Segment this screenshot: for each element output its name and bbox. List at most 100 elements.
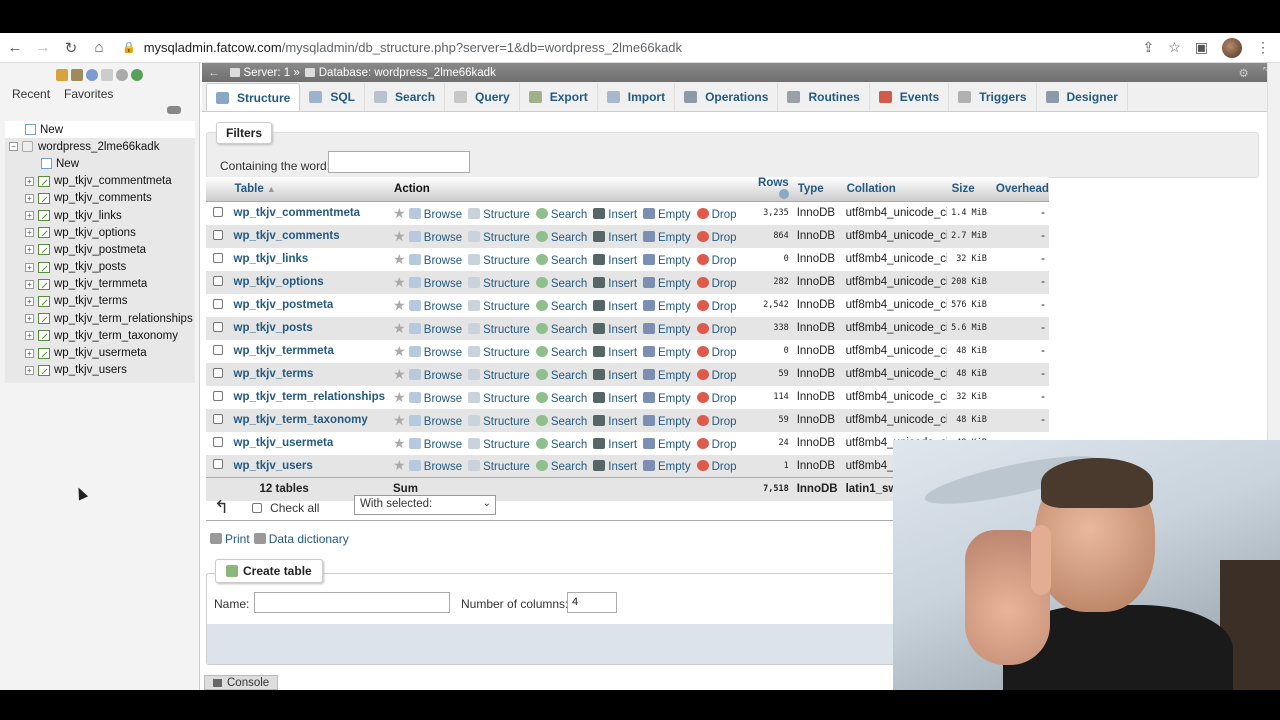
insert-action[interactable]: Insert [593, 345, 637, 359]
table-name-link[interactable]: wp_tkjv_options [229, 270, 390, 294]
data-dictionary-link[interactable]: Data dictionary [253, 532, 349, 546]
filter-input[interactable] [328, 151, 470, 173]
tree-table-wp_tkjv_term_relationships[interactable]: + wp_tkjv_term_relationships [5, 310, 195, 327]
drop-action[interactable]: Drop [696, 253, 737, 267]
favorite-star-icon[interactable]: ★ [393, 366, 406, 382]
tab-structure[interactable]: Structure [206, 83, 301, 111]
empty-action[interactable]: Empty [643, 368, 691, 382]
expand-icon[interactable]: + [25, 193, 34, 203]
drop-action[interactable]: Drop [696, 276, 737, 290]
browse-action[interactable]: Browse [408, 345, 462, 359]
share-icon[interactable]: ⇪ [1142, 39, 1154, 56]
favorite-star-icon[interactable]: ★ [393, 435, 406, 451]
empty-action[interactable]: Empty [643, 460, 691, 473]
empty-action[interactable]: Empty [643, 322, 691, 336]
row-size[interactable]: 208 KiB [946, 270, 991, 294]
search-action[interactable]: Search [535, 207, 587, 221]
tab-events[interactable]: Events [870, 83, 950, 111]
favorite-star-icon[interactable]: ★ [393, 457, 406, 473]
table-col-header[interactable]: Table ▲ [229, 177, 390, 202]
drop-action[interactable]: Drop [696, 207, 737, 221]
empty-action[interactable]: Empty [643, 276, 691, 290]
structure-action[interactable]: Structure [468, 368, 530, 382]
settings-gear-icon[interactable]: ⚙ [1238, 66, 1248, 80]
drop-action[interactable]: Drop [696, 345, 737, 359]
drop-action[interactable]: Drop [696, 230, 737, 244]
reload-nav-icon[interactable] [131, 69, 143, 81]
empty-action[interactable]: Empty [643, 207, 691, 221]
row-checkbox[interactable] [213, 436, 223, 447]
expand-icon[interactable]: + [25, 279, 34, 289]
recent-tab[interactable]: Recent [12, 87, 50, 101]
insert-action[interactable]: Insert [593, 437, 637, 451]
tab-designer[interactable]: Designer [1037, 83, 1128, 111]
logout-icon[interactable] [71, 69, 83, 81]
size-col-header[interactable]: Size [946, 177, 991, 202]
search-action[interactable]: Search [535, 345, 587, 359]
search-action[interactable]: Search [535, 230, 587, 244]
favorite-star-icon[interactable]: ★ [393, 251, 406, 267]
expand-icon[interactable]: + [25, 314, 34, 324]
insert-action[interactable]: Insert [593, 207, 637, 221]
insert-action[interactable]: Insert [593, 322, 637, 336]
expand-icon[interactable]: + [25, 211, 34, 221]
home-icon[interactable]: ⌂ [86, 35, 112, 61]
docs-icon[interactable] [101, 69, 113, 81]
table-name-link[interactable]: wp_tkjv_posts [229, 316, 390, 340]
insert-action[interactable]: Insert [593, 460, 637, 473]
search-action[interactable]: Search [535, 322, 587, 336]
row-checkbox[interactable] [213, 229, 223, 240]
structure-action[interactable]: Structure [468, 345, 530, 359]
structure-action[interactable]: Structure [468, 276, 530, 290]
home-icon[interactable] [56, 69, 68, 81]
expand-icon[interactable]: + [25, 296, 34, 306]
row-checkbox[interactable] [213, 252, 223, 263]
tree-db-new[interactable]: New [5, 155, 195, 172]
browse-action[interactable]: Browse [408, 230, 462, 244]
bookmark-star-icon[interactable]: ☆ [1168, 39, 1181, 56]
table-name-link[interactable]: wp_tkjv_postmeta [229, 293, 390, 317]
tab-sql[interactable]: SQL [300, 83, 366, 111]
row-size[interactable]: 48 KiB [946, 362, 991, 386]
table-name-link[interactable]: wp_tkjv_term_taxonomy [229, 408, 390, 432]
expand-icon[interactable]: + [25, 365, 34, 375]
favorite-star-icon[interactable]: ★ [393, 412, 406, 428]
expand-icon[interactable]: + [25, 348, 34, 358]
row-checkbox[interactable] [213, 367, 223, 378]
row-size[interactable]: 5.6 MiB [946, 316, 991, 340]
address-bar[interactable]: 🔒 mysqladmin.fatcow.com/mysqladmin/db_st… [122, 40, 1142, 55]
type-col-header[interactable]: Type [792, 177, 842, 202]
columns-input[interactable]: 4 [567, 592, 617, 613]
insert-action[interactable]: Insert [593, 391, 637, 405]
insert-action[interactable]: Insert [593, 299, 637, 313]
help-icon[interactable] [86, 69, 98, 81]
row-checkbox[interactable] [213, 459, 223, 470]
structure-action[interactable]: Structure [468, 230, 530, 244]
row-size[interactable]: 32 KiB [946, 385, 991, 409]
structure-action[interactable]: Structure [468, 414, 530, 428]
table-name-link[interactable]: wp_tkjv_users [229, 454, 390, 478]
favorite-star-icon[interactable]: ★ [393, 205, 406, 221]
search-action[interactable]: Search [535, 437, 587, 451]
tree-database[interactable]: − wordpress_2lme66kadk [5, 138, 195, 155]
favorite-star-icon[interactable]: ★ [393, 389, 406, 405]
tab-triggers[interactable]: Triggers [949, 83, 1037, 111]
breadcrumb-server[interactable]: Server: 1 » [244, 67, 300, 79]
search-action[interactable]: Search [535, 391, 587, 405]
row-checkbox[interactable] [213, 298, 223, 309]
structure-action[interactable]: Structure [468, 460, 530, 473]
table-name-link[interactable]: wp_tkjv_term_relationships [229, 385, 390, 409]
collapse-icon[interactable]: − [9, 142, 18, 152]
search-action[interactable]: Search [535, 276, 587, 290]
insert-action[interactable]: Insert [593, 230, 637, 244]
insert-action[interactable]: Insert [593, 276, 637, 290]
browse-action[interactable]: Browse [408, 276, 462, 290]
row-checkbox[interactable] [213, 344, 223, 355]
drop-action[interactable]: Drop [696, 460, 737, 473]
reload-icon[interactable]: ↻ [58, 35, 84, 61]
favorite-star-icon[interactable]: ★ [393, 297, 406, 313]
insert-action[interactable]: Insert [593, 253, 637, 267]
table-name-input[interactable] [254, 592, 450, 613]
drop-action[interactable]: Drop [696, 414, 737, 428]
expand-icon[interactable]: + [25, 228, 34, 238]
